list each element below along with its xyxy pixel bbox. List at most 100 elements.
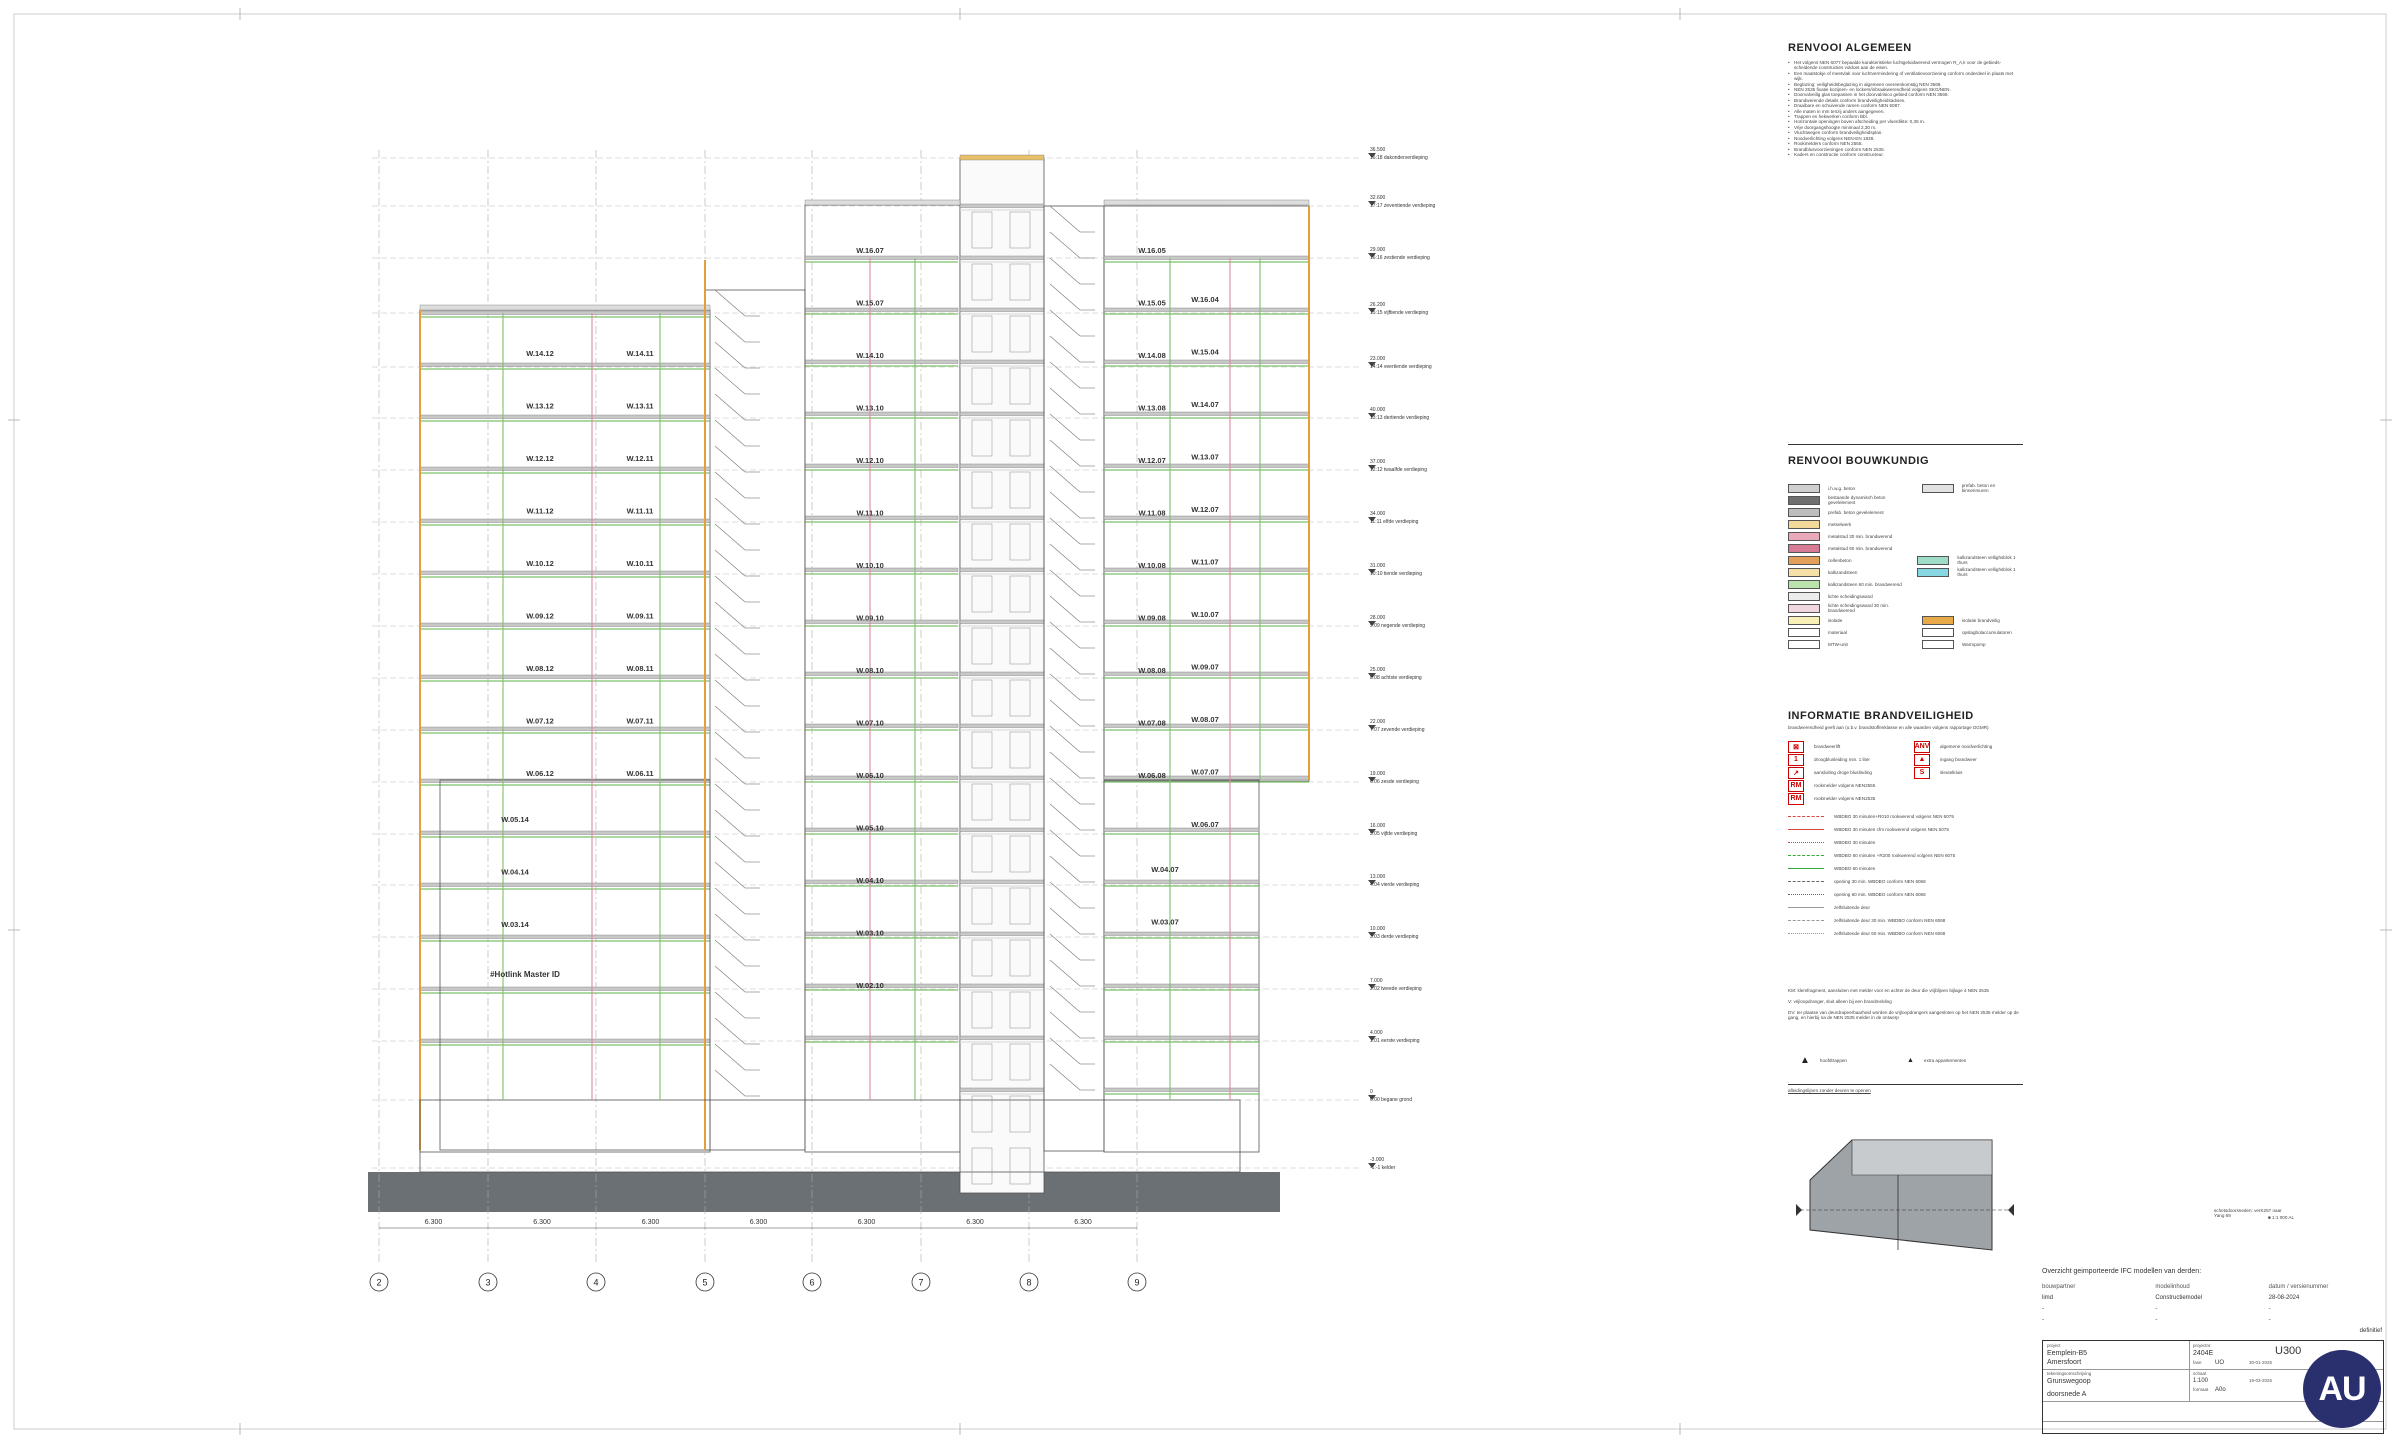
grid-label: 4 xyxy=(593,1278,598,1288)
ifc-table: Overzicht geimporteerde IFC modellen van… xyxy=(2042,1268,2382,1334)
fire-symbol-icon: ⊠ xyxy=(1788,740,1804,753)
fire-symbol-icon: S xyxy=(1914,766,1930,779)
legend-row: materiaal opslagbolaccumulatoren xyxy=(1788,626,2023,638)
brand-note: DV: ter plaatse van deurdrapeerbaarheid … xyxy=(1788,1010,2019,1020)
legend-label: prefab. beton gevelelement xyxy=(1828,509,1884,515)
drawing-title: doorsnede A xyxy=(2047,1391,2087,1398)
scale: 1:100 xyxy=(2193,1378,2209,1384)
unit-label: W.09.11 xyxy=(626,612,653,621)
level-elevation: 28.000 xyxy=(1370,615,1386,621)
bouwkundig-title: RENVOOI BOUWKUNDIG xyxy=(1788,455,1929,467)
swatch xyxy=(1788,507,1820,517)
legend-label: metalstud 60 min. brandwerend xyxy=(1828,545,1893,551)
swatch xyxy=(1788,495,1820,505)
ifc-header: bouwpartner modelinhoud datum / versienumm… xyxy=(2042,1281,2382,1292)
wbdbo-label: zelfsluitende deur 60 min. WBDBO conform… xyxy=(1834,931,1946,936)
project-city: Amersfoort xyxy=(2047,1359,2082,1366)
project-no: 2404E xyxy=(2193,1350,2214,1357)
level-name: 6:06 zesde verdieping xyxy=(1370,779,1419,785)
level-elevation: -3.000 xyxy=(1370,1157,1384,1163)
level-name: 16:16 zestiende verdieping xyxy=(1370,255,1430,261)
wbdbo-label: WBDBO 60 minuten +R200 rookwerend volgen… xyxy=(1834,853,1956,858)
wbdbo-label: WBDBO 30 minuten cfm rookwerend volgens … xyxy=(1834,827,1949,832)
unit-label: W.13.08 xyxy=(1138,404,1166,413)
ifc-row: --- xyxy=(2042,1303,2382,1314)
level-name: 11:11 elfde verdieping xyxy=(1370,519,1419,525)
project-no-label: projectnr. xyxy=(2193,1343,2212,1348)
unit-label: W.12.07 xyxy=(1191,505,1219,514)
unit-label: W.12.12 xyxy=(526,454,554,463)
brand-label: droogblusleiding min. 1 liter xyxy=(1814,757,1870,762)
unit-label: W.07.08 xyxy=(1138,719,1166,728)
span-dim: 6.300 xyxy=(1074,1219,1092,1226)
legend-row: i.h.w.g. beton prefab. beton en binnenmur… xyxy=(1788,482,2023,494)
level-name: 7:07 zevende verdieping xyxy=(1370,727,1425,733)
firm-logo: AU xyxy=(2303,1350,2381,1428)
fire-symbol-icon: ▲ xyxy=(1914,753,1930,766)
level-name: 2:02 tweede verdieping xyxy=(1370,986,1422,992)
brand-label: rookmelder volgens NEN2535 xyxy=(1814,796,1876,801)
swatch xyxy=(1788,483,1820,493)
unit-label: W.13.12 xyxy=(526,402,554,411)
level-elevation: 40.000 xyxy=(1370,407,1386,413)
general-notes: Het volgens NEN 6077 bepaalde karakteris… xyxy=(1788,60,2023,158)
unit-label: W.07.07 xyxy=(1191,768,1219,777)
swatch xyxy=(1788,531,1820,541)
level-name: 1:01 eerste verdieping xyxy=(1370,1038,1420,1044)
level-name: 3:03 derde verdieping xyxy=(1370,934,1419,940)
level-name: 17:17 zeventiende verdieping xyxy=(1370,203,1436,209)
level-elevation: 0 xyxy=(1370,1089,1373,1095)
swatch xyxy=(1788,603,1820,613)
fire-symbol-icon: ANV xyxy=(1914,740,1930,753)
ifc-cell: - xyxy=(2042,1316,2044,1323)
level-elevation: 26.200 xyxy=(1370,302,1386,308)
level-name: 5:05 vijfde verdieping xyxy=(1370,831,1417,837)
brand-symbol: ▲ extra appartementen xyxy=(1907,1055,1966,1066)
fire-symbol-icon: RM xyxy=(1788,792,1804,805)
scale-label: schaal xyxy=(2193,1371,2207,1376)
fire-symbol-icon: 1 xyxy=(1788,753,1804,766)
general-note: Een maatstokje of meetvlak voor luchtver… xyxy=(1788,71,2023,82)
legend-label: isolatie brandveilig xyxy=(1962,617,2000,623)
unit-label: W.11.10 xyxy=(856,509,883,518)
unit-label: W.14.10 xyxy=(856,351,884,360)
brand-label: ingang brandweer xyxy=(1940,757,1977,762)
line-swatch xyxy=(1788,933,1824,934)
level-name: 10:10 tiende verdieping xyxy=(1370,571,1422,577)
legend-label: opslagbolaccumulatoren xyxy=(1962,629,2012,635)
brand-label: sleutelkluis xyxy=(1940,770,1963,775)
legend-label: i.h.w.g. beton xyxy=(1828,485,1856,491)
wbdbo-label: opening 60 min. WBDBO conform NEN 6068 xyxy=(1834,892,1926,897)
ifc-cell: - xyxy=(2155,1316,2158,1323)
unit-label: W.04.14 xyxy=(501,868,529,877)
unit-label: W.08.11 xyxy=(626,664,653,673)
level-name: -1:-1 kelder xyxy=(1370,1165,1396,1171)
brand-row: RM rookmelder volgens NEN2555 xyxy=(1788,779,2023,792)
unit-label: W.12.07 xyxy=(1138,456,1166,465)
wbdbo-row: WBDBO 30 minuten cfm rookwerend volgens … xyxy=(1788,823,2028,836)
unit-label: W.11.08 xyxy=(1138,509,1165,518)
wbdbo-legend: WBDBO 30 minuten+R010 rookwerend volgens… xyxy=(1788,810,2028,940)
ifc-title: Overzicht geimporteerde IFC modellen van… xyxy=(2042,1268,2202,1275)
level-name: 9:09 negende verdieping xyxy=(1370,623,1425,629)
unit-label: W.10.11 xyxy=(626,559,653,568)
swatch xyxy=(1917,555,1950,565)
level-elevation: 22.000 xyxy=(1370,719,1386,725)
unit-label: W.16.05 xyxy=(1138,246,1166,255)
brand-symbol-label: extra appartementen xyxy=(1923,1058,1967,1063)
swatch xyxy=(1788,519,1820,529)
span-dim: 6.300 xyxy=(966,1219,984,1226)
unit-label: W.13.11 xyxy=(626,402,653,411)
wbdbo-row: WBDBO 60 minuten xyxy=(1788,862,2028,875)
line-swatch xyxy=(1788,881,1824,882)
unit-label: W.15.05 xyxy=(1138,299,1166,308)
unit-label: W.14.12 xyxy=(526,349,554,358)
level-elevation: 4.000 xyxy=(1370,1030,1383,1036)
brand-note: V: vrijloopdranger, sluit alleen bij een… xyxy=(1788,999,1892,1004)
level-name: 16:18 dakonderverdieping xyxy=(1370,155,1428,161)
swatch xyxy=(1922,615,1954,625)
legend-label: prefab. beton en binnenmuren xyxy=(1961,483,1996,493)
status: definitief xyxy=(2359,1328,2382,1334)
legend-label: cellenbeton xyxy=(1828,557,1852,563)
legend-label: kalkzandsteen vellighsblok 1 thurs xyxy=(1957,555,2016,565)
